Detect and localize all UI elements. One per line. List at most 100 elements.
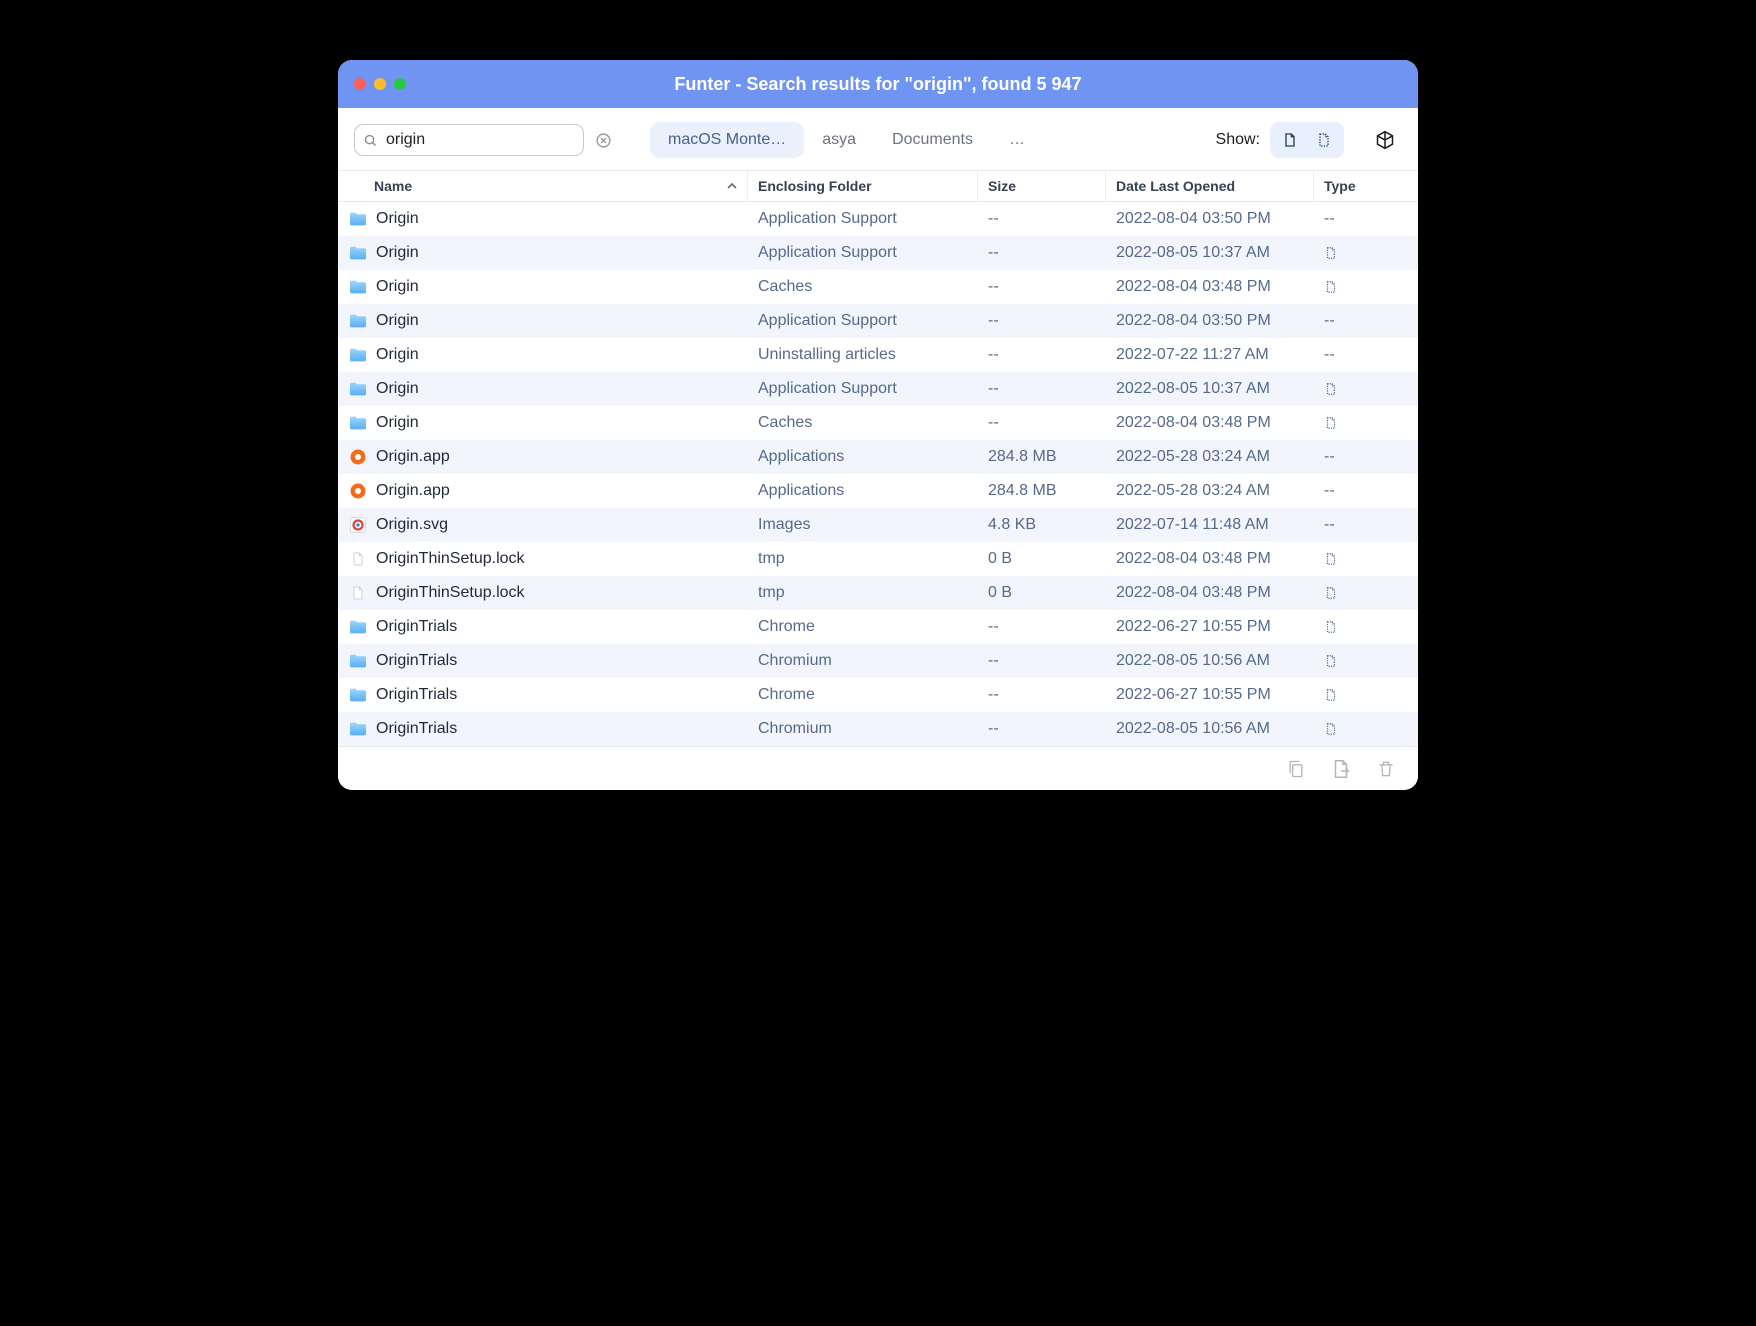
file-type — [1314, 278, 1418, 296]
bottom-toolbar — [338, 746, 1418, 790]
file-size: 0 B — [978, 584, 1106, 602]
column-header-name-label: Name — [374, 178, 412, 194]
show-visible-files-button[interactable] — [1273, 125, 1307, 155]
date-last-opened: 2022-06-27 10:55 PM — [1106, 686, 1314, 704]
file-name: Origin — [376, 210, 419, 228]
table-row[interactable]: Origin Application Support--2022-08-04 03… — [338, 202, 1418, 236]
date-last-opened: 2022-07-14 11:48 AM — [1106, 516, 1314, 534]
column-header-type[interactable]: Type — [1314, 171, 1418, 201]
window-title: Funter - Search results for "origin", fo… — [338, 74, 1418, 95]
clear-search-icon[interactable] — [595, 132, 612, 149]
file-name: Origin — [376, 244, 419, 262]
column-header-name[interactable]: Name — [338, 171, 748, 201]
folder-icon — [348, 243, 368, 263]
sort-ascending-icon — [727, 181, 737, 191]
file-type — [1314, 720, 1418, 738]
enclosing-folder: Chrome — [748, 618, 978, 636]
table-row[interactable]: OriginThinSetup.locktmp0 B2022-08-04 03:… — [338, 576, 1418, 610]
app-icon — [348, 447, 368, 467]
file-size: 284.8 MB — [978, 482, 1106, 500]
svg-icon — [348, 515, 368, 535]
table-row[interactable]: OriginCaches--2022-08-04 03:48 PM — [338, 406, 1418, 440]
file-type — [1314, 244, 1418, 262]
file-size: -- — [978, 618, 1106, 636]
reveal-icon[interactable] — [1330, 758, 1352, 780]
file-size: -- — [978, 278, 1106, 296]
file-size: -- — [978, 210, 1106, 228]
table-row[interactable]: OriginCaches--2022-08-04 03:48 PM — [338, 270, 1418, 304]
enclosing-folder: Caches — [748, 278, 978, 296]
enclosing-folder: Application Support — [748, 244, 978, 262]
file-name: OriginTrials — [376, 720, 457, 738]
table-row[interactable]: OriginApplication Support--2022-08-04 03… — [338, 304, 1418, 338]
file-size: 4.8 KB — [978, 516, 1106, 534]
table-row[interactable]: Origin.appApplications284.8 MB2022-05-28… — [338, 440, 1418, 474]
table-row[interactable]: OriginTrialsChromium--2022-08-05 10:56 A… — [338, 644, 1418, 678]
date-last-opened: 2022-05-28 03:24 AM — [1106, 482, 1314, 500]
column-header-size[interactable]: Size — [978, 171, 1106, 201]
file-size: -- — [978, 312, 1106, 330]
table-row[interactable]: OriginTrialsChromium--2022-08-05 10:56 A… — [338, 712, 1418, 746]
file-type — [1314, 618, 1418, 636]
date-last-opened: 2022-08-04 03:48 PM — [1106, 550, 1314, 568]
file-name: OriginTrials — [376, 652, 457, 670]
scope-tab[interactable]: macOS Monte… — [650, 122, 804, 158]
show-label: Show: — [1216, 131, 1260, 149]
table-row[interactable]: Origin.appApplications284.8 MB2022-05-28… — [338, 474, 1418, 508]
enclosing-folder: Uninstalling articles — [748, 346, 978, 364]
date-last-opened: 2022-08-04 03:50 PM — [1106, 210, 1314, 228]
table-row[interactable]: OriginApplication Support--2022-08-05 10… — [338, 372, 1418, 406]
enclosing-folder: Application Support — [748, 210, 978, 228]
date-last-opened: 2022-08-05 10:37 AM — [1106, 244, 1314, 262]
file-size: 0 B — [978, 550, 1106, 568]
enclosing-folder: Application Support — [748, 312, 978, 330]
file-name: OriginThinSetup.lock — [376, 584, 525, 602]
table-row[interactable]: OriginTrialsChrome--2022-06-27 10:55 PM — [338, 610, 1418, 644]
file-size: -- — [978, 346, 1106, 364]
copy-icon[interactable] — [1286, 758, 1306, 780]
enclosing-folder: Images — [748, 516, 978, 534]
table-row[interactable]: OriginThinSetup.lock tmp0 B2022-08-04 03:… — [338, 542, 1418, 576]
close-button[interactable] — [354, 78, 366, 90]
scope-tab[interactable]: … — [991, 122, 1043, 158]
minimize-button[interactable] — [374, 78, 386, 90]
file-name: Origin.app — [376, 448, 450, 466]
app-icon — [348, 481, 368, 501]
date-last-opened: 2022-08-04 03:48 PM — [1106, 584, 1314, 602]
search-field[interactable] — [354, 124, 584, 156]
trash-icon[interactable] — [1376, 758, 1396, 780]
scope-tab[interactable]: asya — [804, 122, 874, 158]
search-input[interactable] — [384, 130, 595, 150]
folder-icon — [348, 379, 368, 399]
show-toggle-group: Show: — [1216, 122, 1402, 158]
table-row[interactable]: Origin Application Support--2022-08-05 10… — [338, 236, 1418, 270]
file-name: OriginThinSetup.lock — [376, 550, 525, 568]
folder-icon — [348, 345, 368, 365]
zoom-button[interactable] — [394, 78, 406, 90]
table-row[interactable]: OriginTrialsChrome--2022-06-27 10:55 PM — [338, 678, 1418, 712]
enclosing-folder: Chromium — [748, 720, 978, 738]
show-hidden-files-button[interactable] — [1307, 125, 1341, 155]
package-view-button[interactable] — [1368, 125, 1402, 155]
folder-icon — [348, 209, 368, 229]
file-size: -- — [978, 686, 1106, 704]
table-row[interactable]: OriginUninstalling articles--2022-07-22 … — [338, 338, 1418, 372]
folder-icon — [348, 719, 368, 739]
file-size: -- — [978, 244, 1106, 262]
file-icon — [348, 549, 368, 569]
results-list[interactable]: OriginApplication Support--2022-08-04 03… — [338, 202, 1418, 746]
folder-icon — [348, 651, 368, 671]
enclosing-folder: tmp — [748, 550, 978, 568]
table-row[interactable]: Origin.svgImages4.8 KB2022-07-14 11:48 A… — [338, 508, 1418, 542]
column-header-folder[interactable]: Enclosing Folder — [748, 171, 978, 201]
file-type — [1314, 550, 1418, 568]
enclosing-folder: Caches — [748, 414, 978, 432]
enclosing-folder: Application Support — [748, 380, 978, 398]
scope-tab[interactable]: Documents — [874, 122, 991, 158]
date-last-opened: 2022-08-05 10:56 AM — [1106, 720, 1314, 738]
column-header-date[interactable]: Date Last Opened — [1106, 171, 1314, 201]
enclosing-folder: Applications — [748, 448, 978, 466]
file-type: -- — [1314, 346, 1418, 364]
column-headers: Name Enclosing Folder Size Date Last Ope… — [338, 170, 1418, 202]
folder-icon — [348, 277, 368, 297]
